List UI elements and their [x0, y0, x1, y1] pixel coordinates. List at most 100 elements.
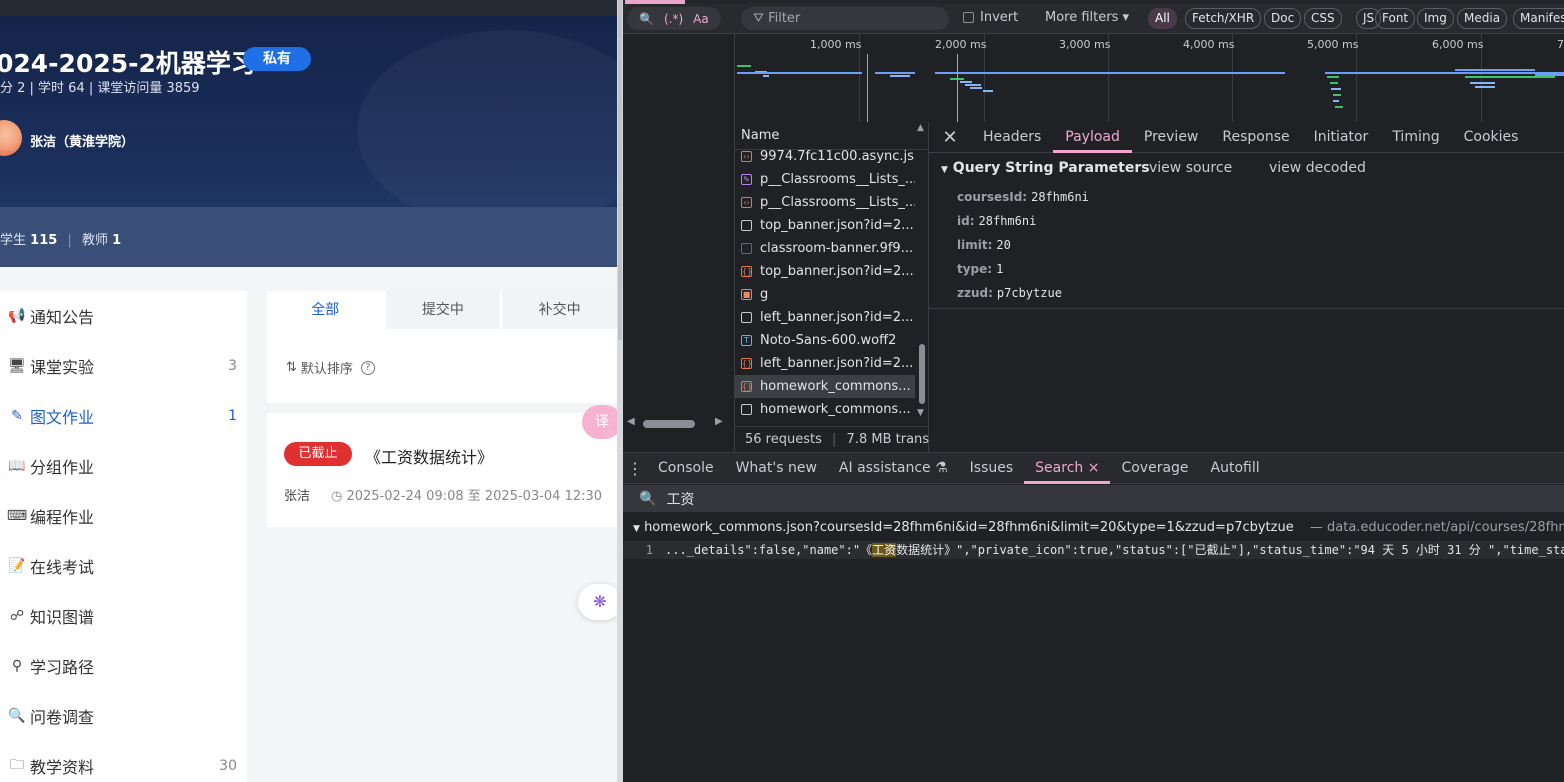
param-value: 20	[996, 238, 1011, 252]
sidebar-item[interactable]: 📝 在线考试	[0, 541, 247, 591]
request-list-scrollbar[interactable]: ▲ ▼	[917, 123, 927, 426]
search-result-file[interactable]: ▼ homework_commons.json?coursesId=28fhm6…	[623, 520, 1564, 540]
detail-tab[interactable]: Payload	[1053, 122, 1132, 153]
request-row[interactable]: ‹› p__Classrooms__Lists_...	[735, 191, 915, 214]
param-value: 28fhm6ni	[978, 214, 1037, 228]
ai-brain-icon[interactable]: ❋	[578, 584, 617, 620]
detail-tab[interactable]: Cookies	[1452, 122, 1531, 153]
sidebar-item[interactable]: 🗀 教学资料 30	[0, 741, 247, 782]
view-source-link[interactable]: view source	[1149, 160, 1232, 176]
request-row[interactable]: T Noto-Sans-600.woff2	[735, 329, 915, 352]
query-string-header[interactable]: ▼ Query String Parameters	[941, 160, 1150, 176]
help-icon[interactable]: ?	[360, 360, 375, 375]
result-url: — data.educoder.net/api/courses/28fhm6ni…	[1309, 520, 1564, 535]
sidebar-item[interactable]: 🔍 问卷调查	[0, 691, 247, 741]
scroll-left-icon[interactable]: ◀	[627, 416, 635, 427]
query-param: coursesId: 28fhm6ni	[957, 190, 1089, 204]
param-key: limit:	[957, 238, 993, 252]
homework-title[interactable]: 《工资数据统计》	[365, 444, 493, 468]
network-search[interactable]: 🔍 (.*) Aa	[627, 7, 721, 30]
sort-icon: ⇅	[286, 360, 297, 375]
scroll-down-icon[interactable]: ▼	[917, 408, 924, 418]
filter-type-chip[interactable]: Font	[1375, 8, 1416, 29]
param-key: id:	[957, 214, 975, 228]
drawer-tabs: ⋮ Console What's new AI assistance ⚗ Issues…	[623, 452, 1564, 484]
request-row[interactable]: {} left_banner.json?id=2...	[735, 352, 915, 375]
sidebar-item[interactable]: ☍ 知识图谱	[0, 591, 247, 641]
filter-icon: ⛛	[753, 11, 769, 26]
sidebar-item-label: 教学资料	[30, 758, 95, 777]
tab-submitting[interactable]: 提交中	[383, 291, 501, 329]
course-title: 024-2025-2机器学习	[0, 49, 256, 78]
match-suffix: 数据统计》","private_icon":true,"status":["已截…	[896, 543, 1564, 557]
detail-tab[interactable]: Initiator	[1302, 122, 1381, 153]
request-row[interactable]: ‹› 9974.7fc11c00.async.js	[735, 145, 915, 168]
scroll-up-icon[interactable]: ▲	[917, 123, 924, 133]
sidebar-item[interactable]: 📖 分组作业	[0, 441, 247, 491]
request-row[interactable]: {} homework_commons...	[735, 375, 915, 398]
exam-icon: 📝	[8, 558, 26, 574]
drawer-tab[interactable]: What's new	[725, 453, 828, 484]
request-row[interactable]: classroom-banner.9f9...	[735, 237, 915, 260]
request-row[interactable]: top_banner.json?id=2...	[735, 214, 915, 237]
close-icon[interactable]: ✕	[929, 127, 971, 148]
detail-tab[interactable]: Response	[1210, 122, 1301, 153]
request-row[interactable]: {} top_banner.json?id=2...	[735, 260, 915, 283]
filter-input[interactable]: ⛛ Filter	[741, 7, 949, 30]
regex-toggle[interactable]: (.*)	[664, 12, 683, 26]
horizontal-scrollbar[interactable]: ◀ ▶	[627, 416, 727, 432]
filter-type-chip[interactable]: All	[1148, 8, 1177, 29]
request-name: classroom-banner.9f9...	[760, 241, 914, 256]
scroll-right-icon[interactable]: ▶	[715, 416, 723, 427]
network-summary: 56 requests | 7.8 MB transfe	[735, 426, 942, 452]
drawer-tab[interactable]: AI assistance ⚗	[828, 453, 959, 484]
page-scrollbar[interactable]	[618, 0, 622, 340]
sidebar-item[interactable]: 🖥 课堂实验 3	[0, 341, 247, 391]
timeline-bar	[1331, 88, 1341, 90]
match-case-toggle[interactable]: Aa	[693, 12, 709, 26]
teacher-name[interactable]: 张洁（黄淮学院）	[30, 131, 134, 150]
drawer-tab[interactable]: Issues	[959, 453, 1025, 484]
teacher-avatar[interactable]	[0, 120, 22, 156]
drawer-tab[interactable]: Search ×	[1024, 453, 1111, 484]
drawer-tab[interactable]: Autofill	[1200, 453, 1271, 484]
sidebar-item-label: 问卷调查	[30, 708, 95, 727]
kebab-menu-icon[interactable]: ⋮	[623, 459, 647, 478]
filter-type-chip[interactable]: CSS	[1304, 8, 1342, 29]
tab-all[interactable]: 全部	[267, 291, 384, 329]
scrollbar-thumb[interactable]	[643, 420, 695, 428]
request-row[interactable]: ✎ p__Classrooms__Lists_...	[735, 168, 915, 191]
tab-late-submission[interactable]: 补交中	[500, 291, 617, 329]
filter-type-chip[interactable]: Media	[1457, 8, 1508, 29]
network-timeline[interactable]: 1,000 ms 2,000 ms 3,000 ms 4,000 ms 5,000 ms…	[735, 34, 1564, 122]
request-list-scroll-thumb[interactable]	[919, 344, 925, 404]
sidebar-item[interactable]: ⚲ 学习路径	[0, 641, 247, 691]
filter-type-chip[interactable]: Img	[1417, 8, 1454, 29]
sidebar-item[interactable]: ✎ 图文作业 1	[0, 391, 247, 441]
search-query: 工资	[666, 491, 695, 508]
more-filters-dropdown[interactable]: More filters ▾	[1045, 10, 1129, 25]
drawer-tab[interactable]: Coverage	[1110, 453, 1199, 484]
sidebar-item[interactable]: ⌨ 编程作业	[0, 491, 247, 541]
translate-icon[interactable]: 译	[582, 405, 617, 439]
request-row[interactable]: ■ g	[735, 283, 915, 306]
request-row[interactable]: left_banner.json?id=2...	[735, 306, 915, 329]
homework-card[interactable]: 已截止 《工资数据统计》 张洁 ◷ 2025-02-24 09:08 至 202…	[267, 413, 617, 527]
filter-type-chip[interactable]: Fetch/XHR	[1185, 8, 1262, 29]
filter-type-chip[interactable]: Doc	[1264, 8, 1302, 29]
detail-tab[interactable]: Timing	[1380, 122, 1451, 153]
request-row[interactable]: homework_commons...	[735, 398, 915, 421]
drawer-tab[interactable]: Console	[647, 453, 725, 484]
detail-tab[interactable]: Preview	[1132, 122, 1211, 153]
sidebar-item[interactable]: 📢 通知公告	[0, 291, 247, 341]
detail-tab[interactable]: Headers	[971, 122, 1053, 153]
checkbox-icon[interactable]	[963, 12, 974, 23]
view-decoded-link[interactable]: view decoded	[1269, 160, 1366, 176]
megaphone-icon: 📢	[8, 308, 26, 324]
invert-checkbox[interactable]: Invert	[963, 10, 1018, 25]
global-search-input[interactable]: 🔍 工资	[623, 485, 1564, 512]
search-result-line[interactable]: 1 ..._details":false,"name":"《工资数据统计》","p…	[623, 541, 1564, 559]
graph-icon: ☍	[9, 608, 25, 624]
sort-control[interactable]: ⇅ 默认排序 ?	[286, 358, 375, 377]
filter-type-chip[interactable]: Manifes	[1513, 8, 1564, 29]
